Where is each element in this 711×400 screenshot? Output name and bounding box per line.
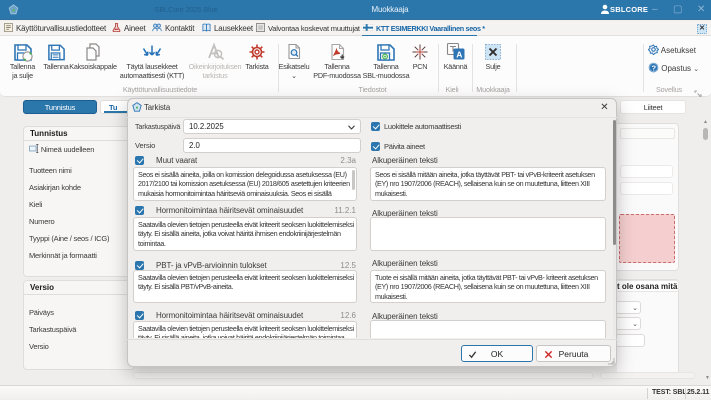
svg-text:A: A — [456, 49, 462, 59]
svg-text:?: ? — [651, 63, 656, 72]
